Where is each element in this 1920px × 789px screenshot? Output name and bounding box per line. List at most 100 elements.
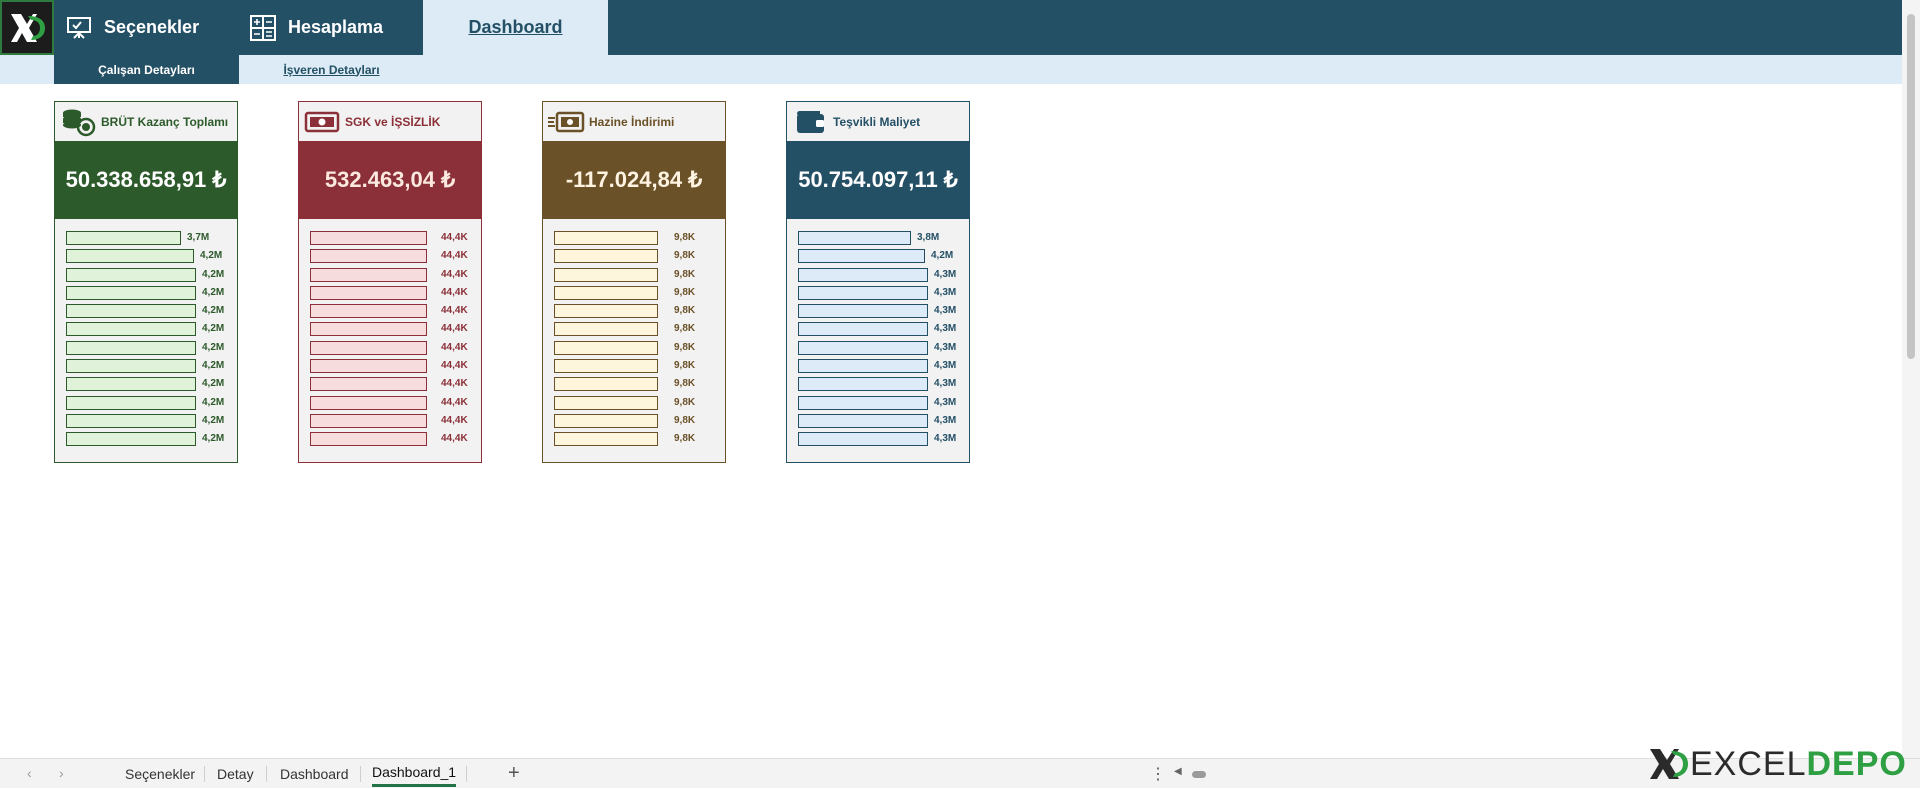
sheet-divider <box>204 766 205 782</box>
bar-value-label: 4,2M <box>202 268 225 280</box>
sheet-tab-bar: ‹ › Seçenekler Detay Dashboard Dashboard… <box>0 758 1920 788</box>
bar <box>66 249 194 264</box>
subtab-calisan-detaylari[interactable]: Çalışan Detayları <box>54 55 239 84</box>
bar-row: 4,3M <box>787 266 969 284</box>
bar-value-label: 9,8K <box>674 433 696 445</box>
calculator-icon <box>250 14 276 41</box>
card-header: SGK ve İŞSİZLİK <box>299 102 481 141</box>
bar <box>66 395 196 410</box>
sheet-tab-dashboard-1[interactable]: Dashboard_1 <box>372 759 457 787</box>
bar <box>798 395 928 410</box>
presentation-board-icon <box>66 16 92 40</box>
bar <box>554 285 658 300</box>
bar-list: 9,8K 9,8K 9,8K 9,8K 9,8K 9,8K 9,8K 9,8K 9,8K 9,8K… <box>543 229 725 449</box>
bar-value-label: 4,2M <box>202 323 225 335</box>
bar-row: 4,3M <box>787 284 969 302</box>
nav-tab-label: Seçenekler <box>104 17 200 37</box>
bar <box>798 249 925 264</box>
bar <box>66 377 196 392</box>
bar-row: 44,4K <box>299 430 481 448</box>
vertical-scrollbar[interactable] <box>1902 0 1920 758</box>
bar-row: 9,8K <box>543 412 725 430</box>
scroll-left-icon[interactable]: ◀ <box>1174 766 1182 777</box>
card-title: SGK ve İŞSİZLİK <box>345 114 441 129</box>
xd-brand-icon <box>1650 749 1688 779</box>
bar-value-label: 4,2M <box>931 250 954 262</box>
xd-logo-icon <box>11 13 45 42</box>
bar-list: 44,4K 44,4K 44,4K 44,4K 44,4K 44,4K 44,4K 44,4K… <box>299 229 481 449</box>
bar-row: 3,7M <box>55 229 237 247</box>
card-total-value: 50.754.097,11 ₺ <box>787 141 969 219</box>
bar <box>798 304 928 319</box>
bar <box>66 267 196 282</box>
bar <box>66 304 196 319</box>
bar-row: 4,3M <box>787 320 969 338</box>
bar-value-label: 9,8K <box>674 250 696 262</box>
bar-value-label: 44,4K <box>441 305 468 317</box>
card-total-value: -117.024,84 ₺ <box>543 141 725 219</box>
horizontal-scrollbar[interactable]: ◀ <box>1172 766 1242 779</box>
bar-row: 44,4K <box>299 320 481 338</box>
bar <box>554 395 658 410</box>
bar <box>798 359 928 374</box>
bar-row: 9,8K <box>543 320 725 338</box>
bar-row: 4,2M <box>55 247 237 265</box>
add-sheet-button[interactable]: + <box>508 762 520 785</box>
bar-row: 44,4K <box>299 302 481 320</box>
bar-value-label: 44,4K <box>441 341 468 353</box>
bar-row: 9,8K <box>543 247 725 265</box>
bar <box>554 322 658 337</box>
bar-value-label: 4,3M <box>934 268 957 280</box>
bar-value-label: 9,8K <box>674 396 696 408</box>
bar-value-label: 4,2M <box>202 378 225 390</box>
bar <box>66 231 181 245</box>
next-sheet-icon[interactable]: › <box>59 765 64 781</box>
more-options-icon[interactable]: ⋮ <box>1150 764 1166 784</box>
card-sgk-issizlik: SGK ve İŞSİZLİK 532.463,04 ₺ 44,4K 44,4K 4… <box>298 101 482 463</box>
bar-row: 4,3M <box>787 339 969 357</box>
sheet-tab-secenekler[interactable]: Seçenekler <box>125 759 195 789</box>
bar <box>66 285 196 300</box>
bar-row: 4,2M <box>55 430 237 448</box>
bar-value-label: 3,7M <box>187 232 210 243</box>
bar-value-label: 4,3M <box>934 305 957 317</box>
bar <box>310 249 427 264</box>
vertical-scroll-thumb[interactable] <box>1907 14 1915 359</box>
nav-tab-secenekler[interactable]: Seçenekler <box>66 0 236 55</box>
bar <box>66 322 196 337</box>
bar-row: 44,4K <box>299 284 481 302</box>
bar-value-label: 4,3M <box>934 414 957 426</box>
coin-stack-icon <box>55 107 101 137</box>
bar-row: 44,4K <box>299 266 481 284</box>
bar-value-label: 4,2M <box>202 396 225 408</box>
bar-row: 44,4K <box>299 339 481 357</box>
bar-row: 4,2M <box>55 394 237 412</box>
nav-tab-hesaplama[interactable]: Hesaplama <box>250 0 430 55</box>
bar-value-label: 4,3M <box>934 341 957 353</box>
sheet-tab-dashboard[interactable]: Dashboard <box>280 759 349 789</box>
bar-value-label: 4,2M <box>202 360 225 372</box>
bar <box>798 267 928 282</box>
card-brut-kazanc: BRÜT Kazanç Toplamı 50.338.658,91 ₺ 3,7M… <box>54 101 238 463</box>
bar <box>554 377 658 392</box>
bar-row: 9,8K <box>543 375 725 393</box>
brand-text-excel: EXCEL <box>1690 744 1807 783</box>
bar <box>554 304 658 319</box>
bar <box>66 359 196 374</box>
bar-row: 9,8K <box>543 229 725 247</box>
bar <box>798 231 911 245</box>
sheet-tab-detay[interactable]: Detay <box>217 759 254 789</box>
bar-row: 44,4K <box>299 412 481 430</box>
bar-row: 44,4K <box>299 247 481 265</box>
bar-value-label: 4,2M <box>202 341 225 353</box>
bar-row: 44,4K <box>299 357 481 375</box>
subtab-isveren-detaylari[interactable]: İşveren Detayları <box>239 55 424 84</box>
horizontal-scroll-thumb[interactable] <box>1192 771 1206 778</box>
bar <box>798 413 928 428</box>
bar-value-label: 44,4K <box>441 360 468 372</box>
bar-value-label: 4,3M <box>934 323 957 335</box>
nav-tab-dashboard[interactable]: Dashboard <box>423 0 608 55</box>
bar-row: 9,8K <box>543 430 725 448</box>
bar <box>554 231 658 245</box>
prev-sheet-icon[interactable]: ‹ <box>27 765 32 781</box>
